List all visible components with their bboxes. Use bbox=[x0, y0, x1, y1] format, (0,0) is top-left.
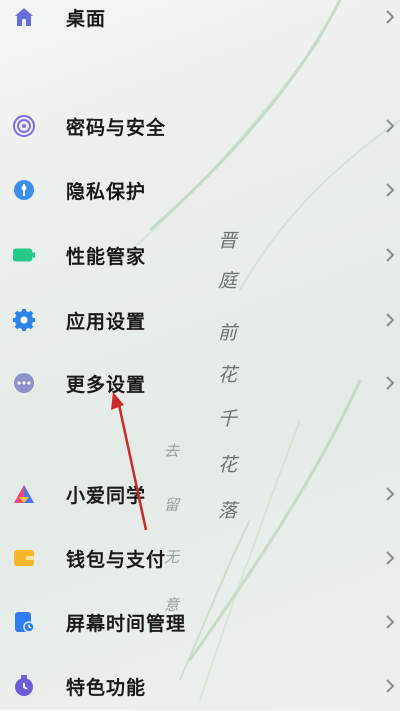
settings-item-password-security[interactable]: 密码与安全 bbox=[0, 101, 400, 151]
settings-item-screen-time[interactable]: 屏幕时间管理 bbox=[0, 597, 400, 647]
settings-item-app-settings[interactable]: 应用设置 bbox=[0, 295, 400, 345]
chevron-right-icon bbox=[386, 313, 395, 327]
chevron-right-icon bbox=[386, 10, 395, 24]
poem-char: 去 bbox=[164, 442, 180, 460]
settings-item-label: 桌面 bbox=[66, 7, 107, 30]
app-settings-gear-icon bbox=[12, 308, 36, 332]
chevron-right-icon bbox=[386, 551, 395, 565]
settings-item-label: 密码与安全 bbox=[66, 116, 167, 139]
settings-item-more-settings[interactable]: 更多设置 bbox=[0, 358, 400, 408]
settings-item-label: 隐私保护 bbox=[66, 180, 147, 203]
settings-item-label: 屏幕时间管理 bbox=[66, 612, 187, 635]
privacy-shield-icon bbox=[12, 178, 36, 202]
wallet-icon bbox=[12, 546, 36, 570]
chevron-right-icon bbox=[386, 119, 395, 133]
settings-item-special-features[interactable]: 特色功能 bbox=[0, 661, 400, 711]
home-icon bbox=[12, 5, 36, 29]
special-features-icon bbox=[12, 674, 36, 698]
chevron-right-icon bbox=[386, 248, 395, 262]
poem-char: 千 bbox=[218, 408, 238, 430]
settings-item-xiaoai[interactable]: 小爱同学 bbox=[0, 469, 400, 519]
chevron-right-icon bbox=[386, 376, 395, 390]
battery-icon bbox=[12, 243, 36, 267]
settings-item-label: 特色功能 bbox=[66, 676, 147, 699]
chevron-right-icon bbox=[386, 679, 395, 693]
settings-item-privacy[interactable]: 隐私保护 bbox=[0, 165, 400, 215]
fingerprint-icon bbox=[12, 114, 36, 138]
settings-item-label: 钱包与支付 bbox=[66, 548, 167, 571]
settings-item-label: 性能管家 bbox=[66, 245, 147, 268]
xiaoai-assistant-icon bbox=[12, 482, 36, 506]
chevron-right-icon bbox=[386, 615, 395, 629]
settings-item-label: 小爱同学 bbox=[66, 484, 147, 507]
chevron-right-icon bbox=[386, 183, 395, 197]
screen-time-icon bbox=[12, 610, 36, 634]
more-settings-icon bbox=[12, 371, 36, 395]
settings-item-wallet-payment[interactable]: 钱包与支付 bbox=[0, 533, 400, 583]
settings-item-label: 更多设置 bbox=[66, 373, 147, 396]
settings-item-desktop[interactable]: 桌面 bbox=[0, 0, 400, 42]
settings-item-performance[interactable]: 性能管家 bbox=[0, 230, 400, 280]
settings-item-label: 应用设置 bbox=[66, 310, 147, 333]
chevron-right-icon bbox=[386, 487, 395, 501]
